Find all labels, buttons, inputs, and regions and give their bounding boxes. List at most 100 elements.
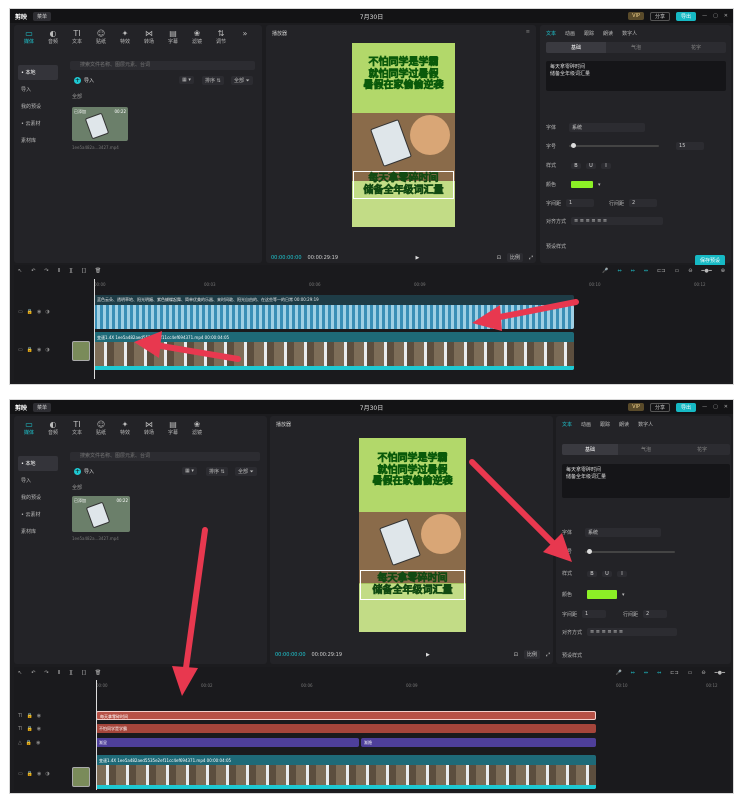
tab-animation[interactable]: 动画 [581,421,591,428]
export-button[interactable]: 导出 [676,11,697,21]
microphone-icon[interactable]: 🎤 [602,268,608,274]
link-icon[interactable]: ⇔ [631,670,635,676]
sidebar-item-presets[interactable]: 我的预设 [18,99,58,114]
select-icon[interactable]: ↖ [18,670,22,676]
lock-icon[interactable]: 🔒 [27,713,33,719]
zoom-out-icon[interactable]: ⊖ [688,268,692,274]
tab-effects[interactable]: ✦ 特效 [116,29,134,45]
char-spacing-input[interactable]: 1 [582,610,607,618]
close-icon[interactable]: ✕ [724,404,728,410]
fullscreen-icon[interactable]: ⤢ [529,255,533,261]
more-tabs-icon[interactable]: » [236,29,254,45]
delete-icon[interactable]: 🗑 [95,670,101,676]
sidebar-item-presets[interactable]: 我的预设 [18,490,58,505]
redo-icon[interactable]: ↷ [44,268,48,274]
text-clip[interactable]: 不怕同学是学霸 [96,724,596,733]
tab-tracking[interactable]: 跟踪 [584,30,594,37]
tab-digital-human[interactable]: 数字人 [638,421,653,428]
video-clip-track[interactable]: 变速1.4X 1ee5a482aed5535e2ef11cc4ef694371.… [96,755,596,789]
menu-button[interactable]: 菜单 [33,402,52,412]
lock-icon[interactable]: 🔒 [26,740,32,746]
filter-button[interactable]: 全部 ⏷ [235,467,257,476]
text-clip-selected[interactable]: 每天拿零碎时间 [96,711,596,720]
italic-button[interactable]: I [601,162,612,169]
search-input[interactable]: 搜索文件名称、图层元素、台词 [70,452,260,461]
zoom-in-icon[interactable]: ⊕ [721,268,725,274]
media-clip-thumbnail[interactable]: 已添加 00:22 [72,496,130,532]
split-right-icon[interactable]: [] [82,670,86,676]
tab-sticker[interactable]: ☺ 贴纸 [92,420,110,436]
tab-text[interactable]: 文本 [546,30,556,37]
sidebar-item-cloud[interactable]: • 云素材 [18,507,58,522]
link2-icon[interactable]: ⇔ [631,268,635,274]
tab-subtitle[interactable]: ▤ 字幕 [164,420,182,436]
lock-icon[interactable]: 🔒 [27,309,33,315]
video-preview[interactable]: 不怕同学是学霸 就怕同学过暑假 暑假在家偷偷逆袭 每天拿零碎时间 储备全年级词汇… [352,43,455,227]
play-icon[interactable]: ▶ [415,255,419,261]
zoom-out-icon[interactable]: ⊖ [701,670,705,676]
line-spacing-input[interactable]: 2 [629,199,658,207]
size-input[interactable]: 15 [676,142,705,150]
ratio-button[interactable]: 比例 [523,650,540,659]
align-buttons[interactable]: ≡ ≡ ≡ ≡ ≡ ≡ [571,217,664,225]
lock-icon[interactable]: 🔒 [27,347,33,353]
eye-icon[interactable]: ◉ [37,309,41,315]
tab-subtitle[interactable]: ▤ 字幕 [164,29,182,45]
media-clip-thumbnail[interactable]: 已添加 00:22 [72,107,128,141]
fullscreen-icon[interactable]: ⤢ [546,652,550,658]
tab-filter[interactable]: ❀ 滤镜 [188,29,206,45]
segment-fancy[interactable]: 花字 [666,42,726,53]
size-slider[interactable] [585,548,676,554]
font-select[interactable]: 系统 [585,528,662,537]
tab-read-aloud[interactable]: 朗读 [603,30,613,37]
delete-icon[interactable]: 🗑 [95,268,101,274]
text-content-input[interactable]: 每天拿零碎时间 储备全年级词汇量 [562,464,730,498]
import-button[interactable]: + 导入 [74,468,94,475]
cover-thumbnail[interactable] [72,767,90,787]
player-menu-icon[interactable]: ≡ [526,29,530,35]
lock-icon[interactable]: 🔒 [27,726,33,732]
sidebar-item-cloud[interactable]: • 云素材 [18,116,58,131]
audio-icon[interactable]: ◑ [45,771,49,777]
tab-text[interactable]: 文本 [562,421,572,428]
playhead[interactable] [96,680,97,790]
fade-in-clip[interactable]: 渐显 [96,738,359,747]
time-ruler[interactable]: 00:00 00:03 00:06 00:09 00:10 00:12 [94,281,724,289]
ratio-button[interactable]: 比例 [506,253,523,262]
segment-basic[interactable]: 基础 [546,42,606,53]
eye-icon[interactable]: ◉ [37,726,41,732]
fit-icon[interactable]: ⊡ [497,255,501,261]
split-left-icon[interactable]: ][ [69,670,73,676]
maximize-icon[interactable]: ▢ [713,13,718,19]
search-input[interactable]: 搜索文件名称、图层元素、台词 [70,61,255,70]
maximize-icon[interactable]: ▢ [713,404,718,410]
center-icon[interactable]: ⊏⊐ [670,670,678,676]
minimize-icon[interactable]: — [702,404,707,410]
sort-button[interactable]: 排序 ⇅ [206,467,228,476]
play-icon[interactable]: ▶ [426,652,430,658]
line-spacing-input[interactable]: 2 [643,610,668,618]
align-buttons[interactable]: ≡ ≡ ≡ ≡ ≡ ≡ [587,628,678,636]
filter-button[interactable]: 全部 ⏷ [231,76,253,85]
eye-icon[interactable]: ◉ [37,771,41,777]
share-button[interactable]: 分享 [650,402,671,412]
preview-icon[interactable]: ▭ [688,670,693,676]
redo-icon[interactable]: ↷ [44,670,48,676]
chevron-down-icon[interactable]: ▾ [598,182,601,188]
link-icon[interactable]: ⇔ [617,268,621,274]
sidebar-item-import[interactable]: 导入 [18,82,58,97]
tab-adjust[interactable]: ⇅ 调节 [212,29,230,45]
segment-fancy[interactable]: 花字 [674,444,730,455]
caption-track-clip[interactable]: 蓝色云朵、透明草地、阳光明媚、紫色蝴蝶起舞、简单优美的乐器、来时间敢、阳光自由的… [94,295,574,305]
snap-icon[interactable]: ⇔ [644,268,648,274]
tab-media[interactable]: ▭ 媒体 [20,29,38,45]
audio-waveform-clip[interactable] [94,305,574,329]
menu-button[interactable]: 菜单 [33,11,52,21]
tab-effects[interactable]: ✦ 特效 [116,420,134,436]
cover-thumbnail[interactable] [72,341,90,361]
vip-badge[interactable]: VIP [628,403,645,411]
preview-icon[interactable]: ▭ [674,268,679,274]
audio-icon[interactable]: ◑ [45,309,49,315]
playhead[interactable] [94,279,95,379]
tab-audio[interactable]: ◐ 音频 [44,420,62,436]
